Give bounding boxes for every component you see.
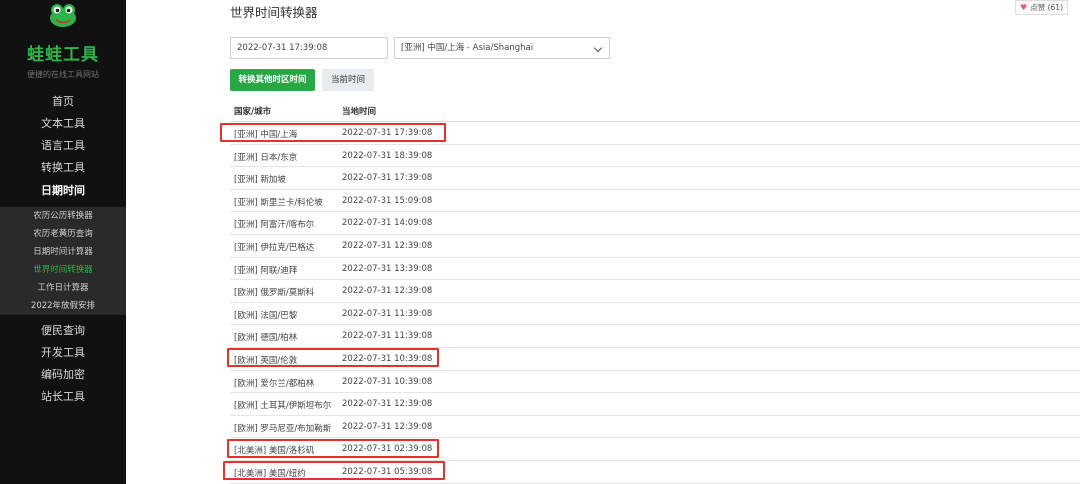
city-cell: [欧洲] 罗马尼亚/布加勒斯: [234, 423, 332, 434]
current-time-button[interactable]: 当前时间: [322, 69, 374, 91]
like-label: 点赞 (61): [1030, 3, 1063, 12]
nav-item-utility-query[interactable]: 便民查询: [0, 320, 126, 342]
nav-item-encoding[interactable]: 编码加密: [0, 364, 126, 386]
submenu-item-lunar-converter[interactable]: 农历公历转换器: [0, 207, 126, 225]
column-header-city: 国家/城市: [234, 107, 272, 117]
nav-item-dev-tools[interactable]: 开发工具: [0, 342, 126, 364]
city-cell: [欧洲] 俄罗斯/莫斯科: [234, 288, 315, 299]
nav-item-language-tools[interactable]: 语言工具: [0, 135, 126, 157]
nav-item-text-tools[interactable]: 文本工具: [0, 113, 126, 135]
local-time-cell: 2022-07-31 12:39:08: [342, 399, 433, 410]
table-row: [亚洲] 日本/东京 2022-07-31 18:39:08: [230, 145, 1080, 168]
table-body: [亚洲] 中国/上海 2022-07-31 17:39:08 [亚洲] 日本/东京 2…: [230, 122, 1080, 484]
table-row: [欧洲] 罗马尼亚/布加勒斯 2022-07-31 12:39:08: [230, 416, 1080, 439]
convert-button[interactable]: 转换其他时区时间: [230, 69, 315, 91]
local-time-cell: 2022-07-31 10:39:08: [342, 376, 433, 387]
highlight-box-new-york: [223, 461, 445, 480]
nav-item-convert-tools[interactable]: 转换工具: [0, 157, 126, 179]
frog-logo-icon[interactable]: [48, 2, 78, 28]
page-title: 世界时间转换器: [230, 5, 318, 20]
highlight-box-london: [227, 348, 439, 367]
table-row: [亚洲] 伊拉克/巴格达 2022-07-31 12:39:08: [230, 235, 1080, 258]
brand-tagline: 便捷的在线工具网站: [27, 70, 99, 79]
table-row: [欧洲] 法国/巴黎 2022-07-31 11:39:08: [230, 303, 1080, 326]
highlight-box-shanghai: [220, 123, 446, 142]
table-row: [欧洲] 俄罗斯/莫斯科 2022-07-31 12:39:08: [230, 280, 1080, 303]
local-time-cell: 2022-07-31 17:39:08: [342, 173, 433, 184]
like-button[interactable]: ♥ 点赞 (61): [1015, 0, 1068, 15]
local-time-cell: 2022-07-31 12:39:08: [342, 286, 433, 297]
table-row: [欧洲] 爱尔兰/都柏林 2022-07-31 10:39:08: [230, 371, 1080, 394]
city-cell: [欧洲] 德国/柏林: [234, 333, 298, 344]
datetime-input[interactable]: 2022-07-31 17:39:08: [230, 37, 388, 59]
world-time-table: 国家/城市 当地时间 [亚洲] 中国/上海 2022-07-31 17:39:08…: [230, 100, 1080, 484]
city-cell: [欧洲] 土耳其/伊斯坦布尔: [234, 401, 332, 412]
local-time-cell: 2022-07-31 15:09:08: [342, 195, 433, 206]
city-cell: [欧洲] 爱尔兰/都柏林: [234, 378, 315, 389]
local-time-cell: 2022-07-31 18:39:08: [342, 150, 433, 161]
city-cell: [亚洲] 日本/东京: [234, 152, 298, 163]
nav-item-datetime[interactable]: 日期时间: [0, 180, 126, 202]
timezone-select[interactable]: [亚洲] 中国/上海 - Asia/Shanghai: [394, 37, 610, 59]
nav-item-webmaster-tools[interactable]: 站长工具: [0, 386, 126, 408]
city-cell: [亚洲] 伊拉克/巴格达: [234, 242, 315, 253]
timezone-selected-value: [亚洲] 中国/上海 - Asia/Shanghai: [401, 43, 534, 53]
chevron-down-icon: [593, 43, 603, 53]
local-time-cell: 2022-07-31 11:39:08: [342, 308, 433, 319]
city-cell: [亚洲] 新加坡: [234, 175, 286, 186]
submenu-item-holiday-schedule[interactable]: 2022年放假安排: [0, 297, 126, 315]
highlight-box-los-angeles: [227, 439, 439, 458]
main-content: 世界时间转换器 ♥ 点赞 (61) 2022-07-31 17:39:08 [亚…: [126, 0, 1080, 484]
table-row: [亚洲] 新加坡 2022-07-31 17:39:08: [230, 167, 1080, 190]
brand-name[interactable]: 蛙蛙工具: [0, 40, 126, 65]
city-cell: [亚洲] 阿联/迪拜: [234, 265, 298, 276]
city-cell: [亚洲] 阿富汗/喀布尔: [234, 220, 315, 231]
table-row: [亚洲] 阿富汗/喀布尔 2022-07-31 14:09:08: [230, 212, 1080, 235]
local-time-cell: 2022-07-31 13:39:08: [342, 263, 433, 274]
app-root: 蛙蛙工具 便捷的在线工具网站 首页 文本工具 语言工具 转换工具 日期时间 农历…: [0, 0, 1080, 484]
submenu-item-date-calculator[interactable]: 日期时间计算器: [0, 243, 126, 261]
table-row: [亚洲] 斯里兰卡/科伦坡 2022-07-31 15:09:08: [230, 190, 1080, 213]
column-header-local-time: 当地时间: [342, 107, 377, 117]
sidebar: 蛙蛙工具 便捷的在线工具网站 首页 文本工具 语言工具 转换工具 日期时间 农历…: [0, 0, 126, 484]
submenu-item-workday-calculator[interactable]: 工作日计算器: [0, 279, 126, 297]
heart-icon: ♥: [1020, 3, 1028, 12]
table-header: 国家/城市 当地时间: [230, 100, 1080, 122]
submenu-item-world-time[interactable]: 世界时间转换器: [0, 261, 126, 279]
local-time-cell: 2022-07-31 12:39:08: [342, 421, 433, 432]
table-row: [亚洲] 阿联/迪拜 2022-07-31 13:39:08: [230, 258, 1080, 281]
city-cell: [亚洲] 斯里兰卡/科伦坡: [234, 197, 323, 208]
city-cell: [欧洲] 法国/巴黎: [234, 310, 298, 321]
table-row: [欧洲] 土耳其/伊斯坦布尔 2022-07-31 12:39:08: [230, 393, 1080, 416]
local-time-cell: 2022-07-31 11:39:08: [342, 331, 433, 342]
datetime-submenu: 农历公历转换器 农历老黄历查询 日期时间计算器 世界时间转换器 工作日计算器 2…: [0, 207, 126, 315]
local-time-cell: 2022-07-31 14:09:08: [342, 218, 433, 229]
nav-item-home[interactable]: 首页: [0, 91, 126, 113]
local-time-cell: 2022-07-31 12:39:08: [342, 240, 433, 251]
submenu-item-almanac[interactable]: 农历老黄历查询: [0, 225, 126, 243]
table-row: [欧洲] 德国/柏林 2022-07-31 11:39:08: [230, 325, 1080, 348]
